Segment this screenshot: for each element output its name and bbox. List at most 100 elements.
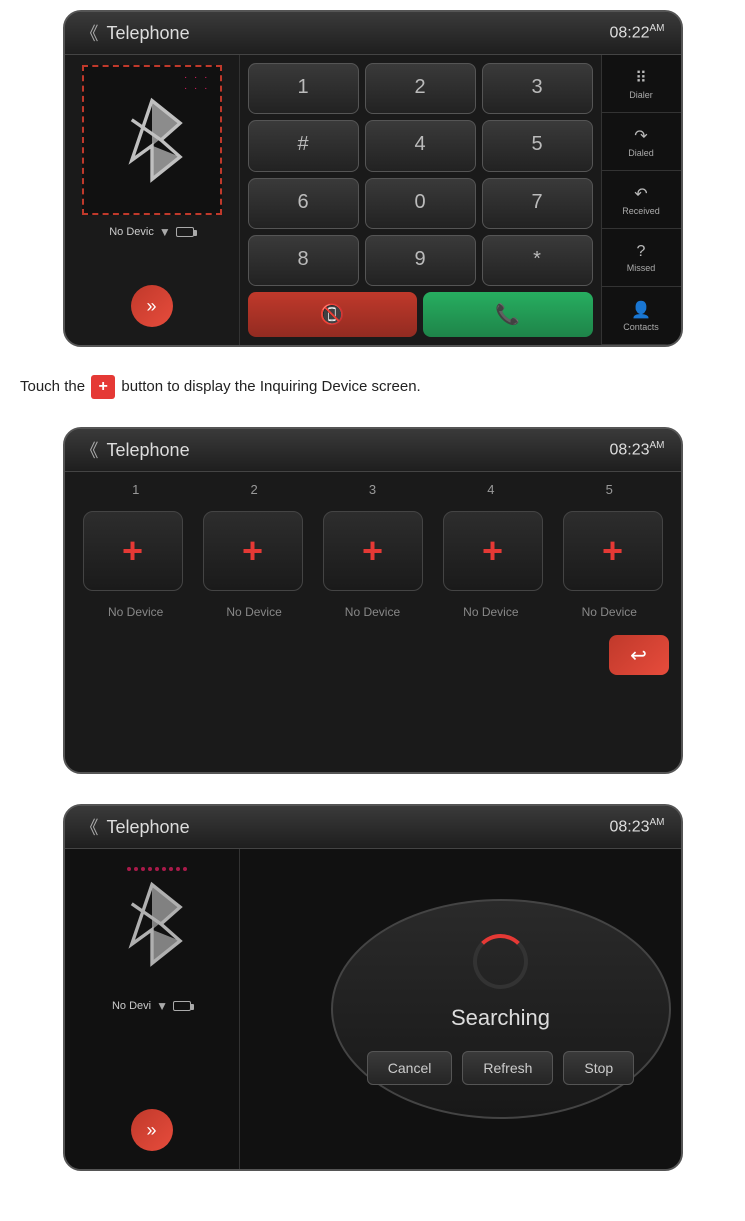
dialer-label: Dialer bbox=[629, 90, 653, 100]
add-device-icon-2: + bbox=[242, 533, 263, 569]
slot-number-1: 1 bbox=[86, 482, 186, 497]
dial-key-0[interactable]: 0 bbox=[365, 178, 476, 229]
instruction-before: Touch the bbox=[20, 378, 89, 395]
start-call-icon: 📞 bbox=[495, 304, 520, 326]
searching-buttons: Cancel Refresh Stop bbox=[367, 1051, 634, 1085]
slot-number-4: 4 bbox=[441, 482, 541, 497]
add-device-icon-4: + bbox=[482, 533, 503, 569]
dial-key-9[interactable]: 9 bbox=[365, 235, 476, 286]
stop-button[interactable]: Stop bbox=[563, 1051, 634, 1085]
screen2-header: 《 Telephone 08:23AM bbox=[65, 429, 681, 472]
refresh-button[interactable]: Refresh bbox=[462, 1051, 553, 1085]
screen3-device-name: No Devi bbox=[112, 1000, 151, 1012]
screen2-body: 1 2 3 4 5 + + + + + bbox=[65, 472, 681, 772]
back-button[interactable]: ↩ bbox=[609, 635, 669, 675]
bluetooth-box: · · ·· · · bbox=[82, 65, 222, 215]
received-icon: ↶ bbox=[634, 184, 647, 204]
start-call-button[interactable]: 📞 bbox=[423, 292, 593, 337]
missed-label: Missed bbox=[627, 263, 656, 273]
screen1-title: Telephone bbox=[107, 23, 190, 44]
sparkle-dots bbox=[127, 867, 187, 871]
dial-key-4[interactable]: 4 bbox=[365, 120, 476, 171]
slot-number-5: 5 bbox=[559, 482, 659, 497]
menu-item-dialed[interactable]: ↷ Dialed bbox=[602, 113, 681, 171]
device-label-1: No Device bbox=[86, 605, 186, 619]
screen3-nav-button[interactable]: » bbox=[131, 1109, 173, 1151]
end-call-icon: 📵 bbox=[320, 304, 345, 326]
screen3-right-panel: Searching Cancel Refresh Stop bbox=[240, 849, 681, 1169]
missed-icon: ? bbox=[637, 243, 646, 261]
end-call-button[interactable]: 📵 bbox=[248, 292, 418, 337]
device-slot-5[interactable]: + bbox=[563, 511, 663, 591]
menu-item-missed[interactable]: ? Missed bbox=[602, 229, 681, 287]
menu-item-received[interactable]: ↶ Received bbox=[602, 171, 681, 229]
searching-overlay: Searching Cancel Refresh Stop bbox=[331, 899, 671, 1119]
device-labels-row: No Device No Device No Device No Device … bbox=[77, 605, 669, 619]
screen2-time: 08:23AM bbox=[609, 440, 664, 459]
signal-icon: ▼ bbox=[159, 225, 171, 239]
screen2: 《 Telephone 08:23AM 1 2 3 4 5 + + bbox=[63, 427, 683, 774]
back-arrows-icon[interactable]: 《 bbox=[81, 20, 99, 46]
screen3-back-arrows-icon[interactable]: 《 bbox=[81, 814, 99, 840]
dial-key-3[interactable]: 3 bbox=[482, 63, 593, 114]
screen3-title: Telephone bbox=[107, 817, 190, 838]
screen2-back-arrows-icon[interactable]: 《 bbox=[81, 437, 99, 463]
dialer-icon: ⠿ bbox=[635, 68, 647, 88]
screen3-header: 《 Telephone 08:23AM bbox=[65, 806, 681, 849]
device-slot-1[interactable]: + bbox=[83, 511, 183, 591]
screen3-device-info: No Devi ▼ bbox=[112, 999, 191, 1013]
call-row: 📵 📞 bbox=[248, 292, 593, 337]
dial-key-1[interactable]: 1 bbox=[248, 63, 359, 114]
dial-key-2[interactable]: 2 bbox=[365, 63, 476, 114]
add-device-icon-3: + bbox=[362, 533, 383, 569]
screen3-left-panel: No Devi ▼ » bbox=[65, 849, 240, 1169]
dial-key-6[interactable]: 6 bbox=[248, 178, 359, 229]
add-device-icon-1: + bbox=[122, 533, 143, 569]
menu-item-contacts[interactable]: 👤 Contacts bbox=[602, 287, 681, 345]
menu-item-dialer[interactable]: ⠿ Dialer bbox=[602, 55, 681, 113]
searching-spinner bbox=[473, 934, 528, 989]
dial-key-7[interactable]: 7 bbox=[482, 178, 593, 229]
dial-key-hash[interactable]: # bbox=[248, 120, 359, 171]
slot-numbers-row: 1 2 3 4 5 bbox=[77, 482, 669, 497]
device-label-5: No Device bbox=[559, 605, 659, 619]
dial-key-5[interactable]: 5 bbox=[482, 120, 593, 171]
back-icon: ↩ bbox=[630, 643, 647, 668]
screen3-bluetooth-area bbox=[97, 859, 207, 989]
device-label-3: No Device bbox=[322, 605, 422, 619]
device-slot-2[interactable]: + bbox=[203, 511, 303, 591]
slot-number-2: 2 bbox=[204, 482, 304, 497]
add-device-icon-5: + bbox=[602, 533, 623, 569]
instruction-after: button to display the Inquiring Device s… bbox=[117, 378, 421, 395]
screen1: 《 Telephone 08:22AM · · ·· · · bbox=[63, 10, 683, 347]
instruction-text: Touch the + button to display the Inquir… bbox=[0, 357, 745, 417]
screen3-time: 08:23AM bbox=[609, 817, 664, 836]
screen1-body: · · ·· · · No Devic ▼ » bbox=[65, 55, 681, 345]
bluetooth-icon bbox=[117, 95, 187, 185]
nav-forward-button[interactable]: » bbox=[131, 285, 173, 327]
dialed-label: Dialed bbox=[628, 148, 654, 158]
screen3-bluetooth-icon bbox=[117, 879, 187, 969]
dial-key-star[interactable]: * bbox=[482, 235, 593, 286]
device-name-label: No Devic bbox=[109, 226, 154, 238]
screen3: 《 Telephone 08:23AM bbox=[63, 804, 683, 1171]
slot-number-3: 3 bbox=[322, 482, 422, 497]
right-panel: ⠿ Dialer ↷ Dialed ↶ Received ? Missed 👤 bbox=[601, 55, 681, 345]
screen2-footer: ↩ bbox=[77, 635, 669, 675]
screen3-signal-icon: ▼ bbox=[156, 999, 168, 1013]
contacts-label: Contacts bbox=[623, 322, 659, 332]
battery-icon bbox=[176, 227, 194, 237]
searching-label: Searching bbox=[451, 1005, 550, 1031]
dial-key-8[interactable]: 8 bbox=[248, 235, 359, 286]
screen1-time: 08:22AM bbox=[609, 23, 664, 42]
device-slot-4[interactable]: + bbox=[443, 511, 543, 591]
dialed-icon: ↷ bbox=[634, 126, 647, 146]
screen2-title: Telephone bbox=[107, 440, 190, 461]
screen1-header: 《 Telephone 08:22AM bbox=[65, 12, 681, 55]
device-slots-row: + + + + + bbox=[77, 503, 669, 599]
dialpad-section: 1 2 3 # 4 5 6 0 7 8 9 * 📵 bbox=[240, 55, 601, 345]
cancel-button[interactable]: Cancel bbox=[367, 1051, 453, 1085]
left-panel: · · ·· · · No Devic ▼ » bbox=[65, 55, 240, 345]
dialpad-grid: 1 2 3 # 4 5 6 0 7 8 9 * bbox=[248, 63, 593, 286]
device-slot-3[interactable]: + bbox=[323, 511, 423, 591]
